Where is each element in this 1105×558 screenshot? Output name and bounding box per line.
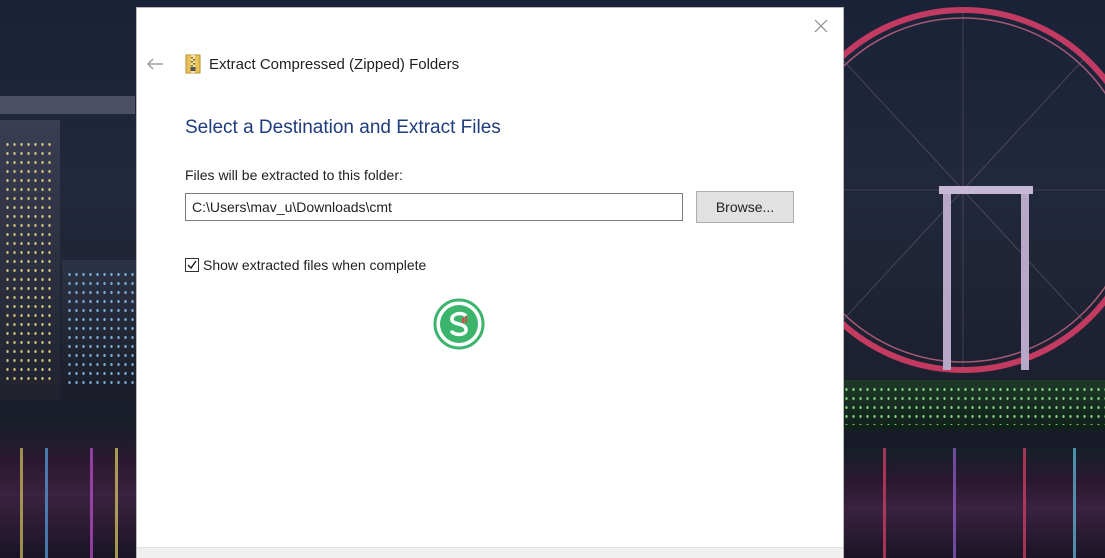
window-title-row: Extract Compressed (Zipped) Folders bbox=[185, 54, 459, 74]
page-heading: Select a Destination and Extract Files bbox=[185, 117, 501, 138]
extract-dialog: Extract Compressed (Zipped) Folders Sele… bbox=[137, 8, 843, 558]
close-icon bbox=[814, 19, 828, 33]
destination-path-input[interactable] bbox=[185, 193, 683, 221]
window-title: Extract Compressed (Zipped) Folders bbox=[209, 55, 460, 73]
destination-label: Files will be extracted to this folder: bbox=[185, 167, 403, 183]
back-button[interactable] bbox=[145, 54, 165, 74]
show-extracted-files-option[interactable]: Show extracted files when complete bbox=[185, 257, 426, 273]
dialog-footer bbox=[137, 547, 843, 558]
wallpaper-right-ferris-wheel bbox=[843, 0, 1105, 558]
browse-button[interactable]: Browse... bbox=[696, 191, 794, 223]
zip-folder-icon bbox=[185, 54, 201, 74]
close-button[interactable] bbox=[809, 14, 833, 38]
wallpaper-left-city bbox=[0, 0, 137, 558]
show-extracted-files-checkbox[interactable] bbox=[185, 258, 199, 272]
watermark-logo-icon bbox=[433, 298, 485, 350]
show-extracted-files-label: Show extracted files when complete bbox=[203, 257, 427, 273]
checkmark-icon bbox=[187, 260, 197, 270]
back-arrow-icon bbox=[146, 58, 163, 70]
